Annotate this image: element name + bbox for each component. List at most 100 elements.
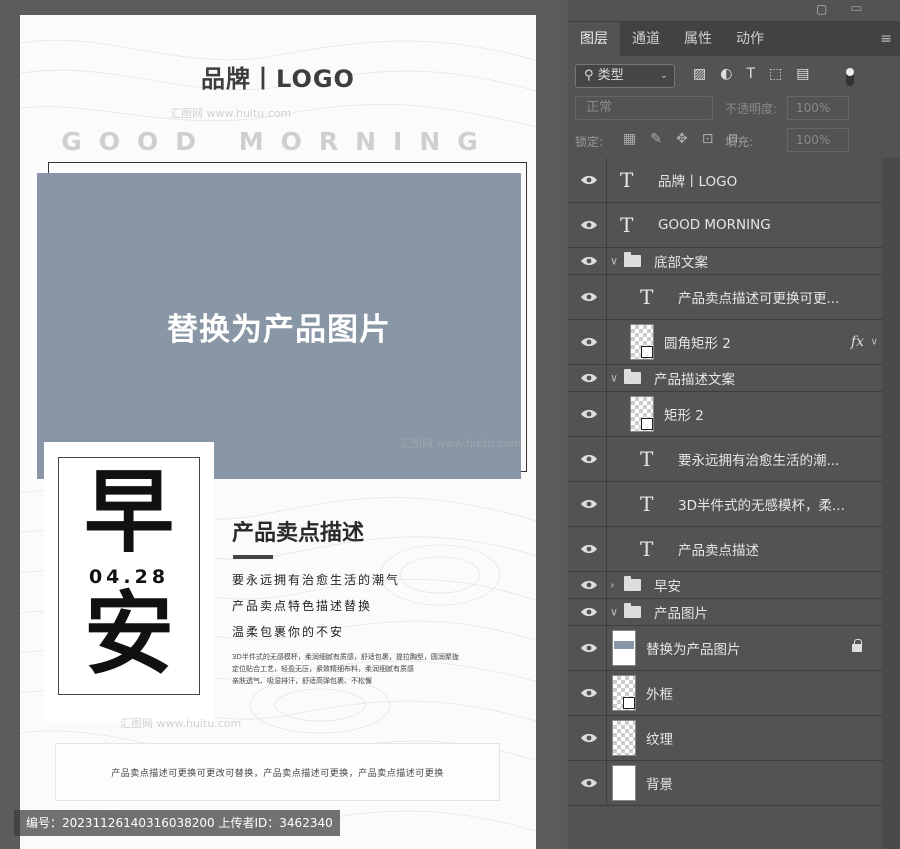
tab-actions[interactable]: 动作 xyxy=(724,22,776,56)
filter-toggle[interactable] xyxy=(846,68,854,86)
smartobject-filter-icon[interactable]: ▤ xyxy=(796,66,809,82)
layer-name: 产品描述文案 xyxy=(654,372,735,388)
layer-thumbnail xyxy=(612,765,636,801)
eye-icon[interactable] xyxy=(580,544,598,555)
lock-row: 锁定: ▦ ✎ ✥ ⊡ ⊓ 填充: 100% xyxy=(575,128,895,154)
selling-line: 要永远拥有治愈生活的潮气 xyxy=(232,573,401,587)
shape-filter-icon[interactable]: ⬚ xyxy=(769,66,782,82)
shape-icon xyxy=(623,697,635,709)
layer-row[interactable]: T GOOD MORNING xyxy=(568,203,882,248)
text-layer-icon: T xyxy=(640,447,654,471)
layer-group-row[interactable]: ∨ 产品描述文案 xyxy=(568,365,882,392)
blend-mode-select[interactable]: 正常 xyxy=(575,96,713,120)
eye-icon[interactable] xyxy=(580,580,598,591)
an-character: 安 xyxy=(84,582,174,687)
chevron-down-icon[interactable]: ∨ xyxy=(871,337,878,348)
watermark: 汇图网 www.huitu.com xyxy=(170,107,292,120)
panel-menu-icon[interactable]: ≡ xyxy=(880,31,892,47)
opacity-label: 不透明度: xyxy=(725,102,778,116)
layer-thumbnail xyxy=(612,675,636,711)
watermark: 汇图网 www.huitu.com xyxy=(400,437,522,450)
layer-list: T 品牌丨LOGO T GOOD MORNING ∨ 底部文案 T 产品卖点描述… xyxy=(568,158,882,806)
eye-icon[interactable] xyxy=(580,175,598,186)
eye-icon[interactable] xyxy=(580,409,598,420)
chevron-down-icon[interactable]: ∨ xyxy=(610,255,618,268)
layer-group-row[interactable]: › 早安 xyxy=(568,572,882,599)
trash-icon[interactable]: ▭ xyxy=(850,1,862,16)
chevron-down-icon[interactable]: ∨ xyxy=(610,372,618,385)
layer-row[interactable]: T 产品卖点描述可更换可更... xyxy=(568,275,882,320)
tab-channels[interactable]: 通道 xyxy=(620,22,672,56)
type-filter-icon[interactable]: T xyxy=(746,66,755,82)
poster-canvas[interactable]: 品牌丨LOGO GOOD MORNING 替换为产品图片 早 04.28 安 产… xyxy=(20,15,536,849)
chevron-down-icon[interactable]: ∨ xyxy=(610,606,618,619)
fill-field[interactable]: 100% xyxy=(787,128,849,152)
fx-icon[interactable]: fx xyxy=(851,334,864,350)
lock-paint-icon[interactable]: ✎ xyxy=(650,131,662,147)
new-layer-icon[interactable]: ▢ xyxy=(816,2,827,16)
filter-icons: ▨ ◐ T ⬚ ▤ xyxy=(693,66,809,82)
layer-row[interactable]: 矩形 2 xyxy=(568,392,882,437)
greeting-card: 早 04.28 安 xyxy=(58,457,200,695)
layer-row[interactable]: 外框 xyxy=(568,671,882,716)
blend-row: 正常 不透明度: 100% xyxy=(575,96,895,122)
image-filter-icon[interactable]: ▨ xyxy=(693,66,706,82)
eye-icon[interactable] xyxy=(580,688,598,699)
opacity-field[interactable]: 100% xyxy=(787,96,849,120)
layer-group-row[interactable]: ∨ 底部文案 xyxy=(568,248,882,275)
search-icon: ⚲ xyxy=(584,68,594,83)
layer-row[interactable]: 圆角矩形 2 fx ∨ xyxy=(568,320,882,365)
lock-label: 锁定: xyxy=(575,135,604,149)
shape-icon xyxy=(641,418,653,430)
layer-thumbnail xyxy=(630,324,654,360)
layer-name: 产品图片 xyxy=(654,606,708,622)
tab-properties[interactable]: 属性 xyxy=(672,22,724,56)
canvas-workspace: 品牌丨LOGO GOOD MORNING 替换为产品图片 早 04.28 安 产… xyxy=(0,0,560,849)
layer-row[interactable]: T 3D半件式的无感模杯，柔... xyxy=(568,482,882,527)
layer-row[interactable]: 替换为产品图片 xyxy=(568,626,882,671)
upload-id-strip: 编号：20231126140316038200 上传者ID：3462340 xyxy=(14,810,340,836)
layer-name: 外框 xyxy=(646,687,673,703)
folder-icon xyxy=(624,252,641,267)
eye-icon[interactable] xyxy=(580,256,598,267)
eye-icon[interactable] xyxy=(580,454,598,465)
chevron-right-icon[interactable]: › xyxy=(610,579,614,592)
layer-name: 替换为产品图片 xyxy=(646,642,741,658)
eye-icon[interactable] xyxy=(580,733,598,744)
photo-placeholder-label: 替换为产品图片 xyxy=(167,311,391,348)
shape-icon xyxy=(641,346,653,358)
layer-row[interactable]: 纹理 xyxy=(568,716,882,761)
text-layer-icon: T xyxy=(620,168,634,192)
photoshop-window: { "canvas": { "brand": "品牌丨LOGO", "greet… xyxy=(0,0,900,849)
product-small-description: 3D半件式的无感模杯，柔润细腻有质感，舒适包裹，提拉胸型，圆润聚拢 定位贴合工艺… xyxy=(232,651,482,687)
eye-icon[interactable] xyxy=(580,607,598,618)
eye-icon[interactable] xyxy=(580,220,598,231)
layer-row[interactable]: T 产品卖点描述 xyxy=(568,527,882,572)
layer-row[interactable]: T 要永远拥有治愈生活的潮... xyxy=(568,437,882,482)
eye-icon[interactable] xyxy=(580,292,598,303)
eye-icon[interactable] xyxy=(580,643,598,654)
eye-icon[interactable] xyxy=(580,778,598,789)
lock-transparency-icon[interactable]: ▦ xyxy=(623,131,636,147)
adjustment-filter-icon[interactable]: ◐ xyxy=(720,66,732,82)
layer-filter-row: ⚲ 类型 ⌄ ▨ ◐ T ⬚ ▤ xyxy=(568,62,900,92)
tab-layers[interactable]: 图层 xyxy=(568,22,620,56)
selling-point-lines: 要永远拥有治愈生活的潮气 产品卖点特色描述替换 温柔包裹你的不安 xyxy=(232,571,400,649)
text-layer-icon: T xyxy=(640,537,654,561)
eye-icon[interactable] xyxy=(580,373,598,384)
layer-row[interactable]: T 品牌丨LOGO xyxy=(568,158,882,203)
good-morning-text: GOOD MORNING xyxy=(61,127,495,156)
eye-icon[interactable] xyxy=(580,499,598,510)
layers-scrollbar[interactable] xyxy=(882,158,900,849)
title-underline xyxy=(233,555,273,559)
lock-move-icon[interactable]: ✥ xyxy=(676,131,688,147)
layer-group-row[interactable]: ∨ 产品图片 xyxy=(568,599,882,626)
layer-row[interactable]: 背景 xyxy=(568,761,882,806)
layer-name: GOOD MORNING xyxy=(658,217,771,233)
filter-kind-select[interactable]: ⚲ 类型 ⌄ xyxy=(575,64,675,88)
layer-name: 底部文案 xyxy=(654,255,708,271)
small-line: 定位贴合工艺，轻盈无压，紧致精细布料，柔润细腻有质感 xyxy=(232,665,414,673)
eye-icon[interactable] xyxy=(580,337,598,348)
lock-artboard-icon[interactable]: ⊡ xyxy=(702,131,714,147)
lock-icon[interactable] xyxy=(852,639,862,652)
